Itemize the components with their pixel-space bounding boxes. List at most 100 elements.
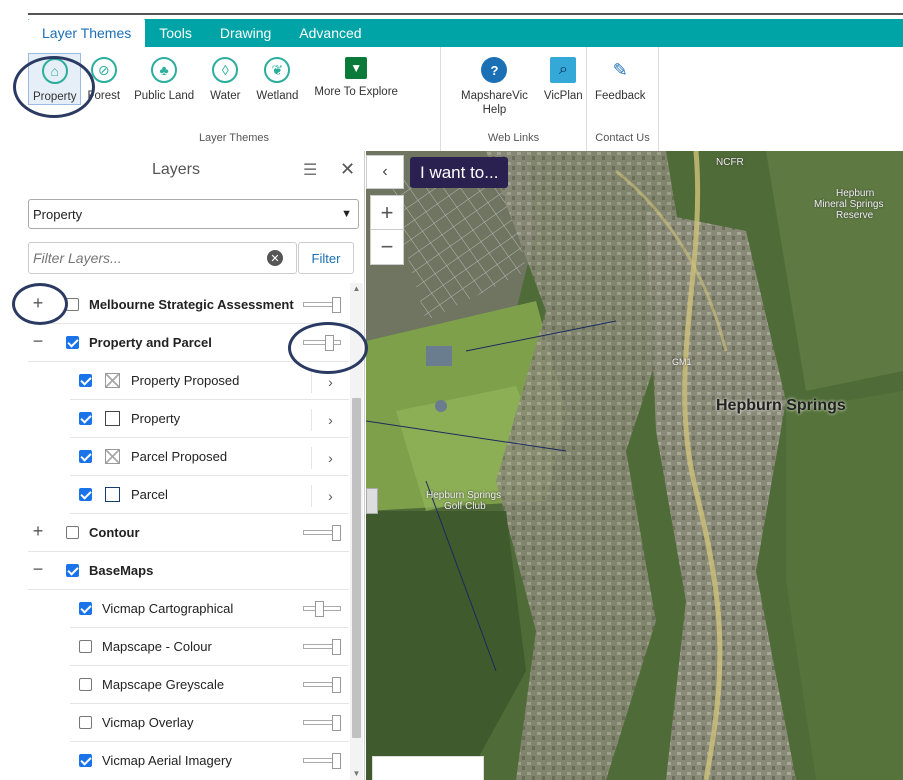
tab-advanced[interactable]: Advanced: [285, 19, 375, 47]
layer-name: Parcel: [131, 487, 168, 502]
town-label: Hepburn Springs: [716, 397, 846, 414]
opacity-slider[interactable]: [303, 753, 341, 769]
golf-label: Hepburn Springs: [426, 490, 502, 501]
vicplan-button[interactable]: ⌕ VicPlan: [534, 53, 593, 117]
layer-checkbox[interactable]: [79, 488, 92, 501]
feedback-button[interactable]: ✎ Feedback: [589, 53, 652, 103]
theme-select[interactable]: Property ▼: [28, 199, 359, 229]
forest-theme-button[interactable]: ⊘ Forest: [81, 53, 126, 105]
legend-swatch: [105, 487, 120, 502]
layer-checkbox[interactable]: [79, 412, 92, 425]
theme-select-value: Property: [33, 206, 83, 222]
filter-button[interactable]: Filter: [298, 242, 354, 274]
layer-row-contour: + Contour: [28, 514, 349, 552]
layer-checkbox[interactable]: [79, 640, 92, 653]
layer-checkbox[interactable]: [79, 678, 92, 691]
layer-row-mapscape-colour: Mapscape - Colour: [70, 628, 349, 666]
layer-checkbox[interactable]: [66, 298, 79, 311]
opacity-slider[interactable]: [303, 525, 341, 541]
scroll-down-icon[interactable]: ▼: [350, 768, 363, 780]
layer-name: Vicmap Overlay: [102, 715, 194, 730]
opacity-slider[interactable]: [303, 715, 341, 731]
chevron-right-icon[interactable]: ›: [311, 371, 349, 393]
layer-row-vicmap-overlay: Vicmap Overlay: [70, 704, 349, 742]
explore-icon: ▼: [345, 57, 368, 79]
mapsharevic-help-label-line2: Help: [482, 104, 507, 116]
zoom-in-button[interactable]: +: [371, 196, 403, 230]
tab-drawing[interactable]: Drawing: [206, 19, 285, 47]
collapse-icon[interactable]: −: [31, 560, 45, 578]
reserve-label: Hepburn: [836, 188, 875, 199]
layer-name: Parcel Proposed: [131, 449, 228, 464]
opacity-slider[interactable]: [303, 297, 341, 313]
slider-knob[interactable]: [332, 639, 341, 655]
slider-knob[interactable]: [332, 715, 341, 731]
layer-row-parcel-proposed: Parcel Proposed ›: [70, 438, 349, 476]
mapsharevic-help-label: MapshareVic: [461, 90, 528, 102]
slider-knob[interactable]: [332, 677, 341, 693]
slider-knob[interactable]: [332, 753, 341, 769]
opacity-slider[interactable]: [303, 639, 341, 655]
layer-checkbox[interactable]: [79, 716, 92, 729]
close-icon[interactable]: ✕: [340, 159, 355, 180]
property-theme-button[interactable]: ⌂ Property: [28, 53, 82, 105]
i-want-to-button[interactable]: I want to...: [410, 157, 509, 188]
tab-layer-themes[interactable]: Layer Themes: [28, 19, 146, 47]
filter-layers-input[interactable]: [29, 250, 259, 266]
tab-tools[interactable]: Tools: [145, 19, 206, 47]
layer-row-property: Property ›: [70, 400, 349, 438]
panel-resize-handle[interactable]: [366, 488, 378, 514]
mapsharevic-help-button[interactable]: ? MapshareVic Help: [455, 53, 534, 117]
wetland-theme-button[interactable]: ❦ Wetland: [248, 53, 306, 105]
opacity-slider[interactable]: [303, 335, 341, 351]
more-to-explore-button[interactable]: ▼ More To Explore: [306, 53, 406, 105]
clear-icon[interactable]: ✕: [267, 250, 283, 266]
expand-icon[interactable]: +: [31, 522, 45, 540]
layer-row-basemaps: − BaseMaps: [28, 552, 349, 590]
layer-checkbox[interactable]: [79, 374, 92, 387]
reserve-label-3: Reserve: [836, 210, 874, 221]
collapse-icon[interactable]: −: [31, 332, 45, 350]
slider-knob[interactable]: [332, 297, 341, 313]
layer-themes-group-label: Layer Themes: [198, 132, 270, 144]
layer-checkbox[interactable]: [66, 526, 79, 539]
layer-list: + Melbourne Strategic Assessment − Prope…: [28, 286, 349, 780]
map-view[interactable]: Hepburn Springs Hepburn Mineral Springs …: [366, 151, 903, 780]
road-label-2: GM1: [672, 357, 692, 367]
slider-knob[interactable]: [332, 525, 341, 541]
opacity-slider[interactable]: [303, 601, 341, 617]
scrollbar-thumb[interactable]: [352, 398, 361, 738]
layer-name: Property: [131, 411, 181, 426]
chevron-right-icon[interactable]: ›: [311, 485, 349, 507]
tree-icon: ♣: [151, 57, 178, 83]
layer-checkbox[interactable]: [66, 564, 79, 577]
zoom-out-button[interactable]: −: [371, 230, 403, 264]
layer-row-property-proposed: Property Proposed ›: [70, 362, 349, 400]
chevron-right-icon[interactable]: ›: [311, 409, 349, 431]
ribbon-group-web-links: ? MapshareVic Help ⌕ VicPlan Web Links: [441, 47, 587, 151]
public-land-theme-button[interactable]: ♣ Public Land: [126, 53, 202, 105]
list-menu-icon[interactable]: ☰: [303, 160, 317, 180]
public-land-theme-label: Public Land: [134, 90, 195, 102]
slider-knob[interactable]: [325, 335, 334, 351]
layer-checkbox[interactable]: [79, 602, 92, 615]
layer-checkbox[interactable]: [66, 336, 79, 349]
expand-icon[interactable]: +: [31, 294, 45, 312]
layer-name: Property Proposed: [131, 373, 240, 388]
collapse-panel-button[interactable]: ‹: [366, 155, 404, 189]
opacity-slider[interactable]: [303, 677, 341, 693]
layer-name: Vicmap Cartographical: [102, 601, 234, 616]
layer-checkbox[interactable]: [79, 754, 92, 767]
scroll-up-icon[interactable]: ▲: [350, 283, 363, 295]
water-theme-button[interactable]: ◊ Water: [202, 53, 248, 105]
layer-row-mapscape-greyscale: Mapscape Greyscale: [70, 666, 349, 704]
layer-list-scrollbar[interactable]: ▲ ▼: [350, 283, 363, 780]
golf-label-2: Golf Club: [444, 501, 486, 512]
basemap-card[interactable]: [372, 756, 484, 780]
chevron-right-icon[interactable]: ›: [311, 447, 349, 469]
layers-panel-header: Layers ☰ ✕: [28, 151, 365, 189]
help-icon: ?: [481, 57, 508, 83]
legend-swatch: [105, 373, 120, 388]
layer-checkbox[interactable]: [79, 450, 92, 463]
slider-knob[interactable]: [315, 601, 324, 617]
